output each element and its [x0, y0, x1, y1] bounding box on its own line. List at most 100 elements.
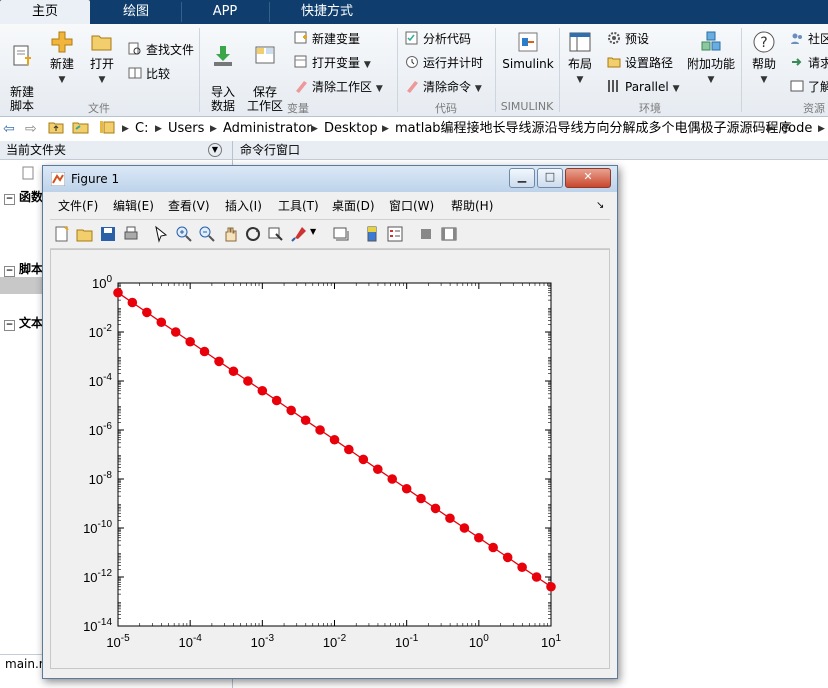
- find-files-button[interactable]: 查找文件: [128, 41, 194, 59]
- open-file-icon[interactable]: [76, 225, 94, 243]
- new-figure-icon[interactable]: [53, 225, 71, 243]
- print-icon[interactable]: [122, 225, 140, 243]
- rotate-3d-icon[interactable]: [244, 225, 262, 243]
- brush-icon[interactable]: [290, 225, 308, 243]
- cursor-arrow-icon[interactable]: [152, 225, 170, 243]
- pan-hand-icon[interactable]: [221, 225, 239, 243]
- data-point: [531, 572, 542, 582]
- forward-arrow-icon[interactable]: ⇨: [25, 117, 37, 141]
- parallel-button[interactable]: Parallel ▼: [607, 78, 679, 96]
- tab-apps[interactable]: APP: [182, 0, 268, 24]
- x-tick-label: 10-3: [251, 633, 275, 650]
- menu-insert[interactable]: 插入(I): [225, 195, 262, 217]
- tab-plots[interactable]: 绘图: [92, 0, 180, 24]
- y-tick-label: 10-10: [83, 519, 112, 536]
- clear-workspace-button[interactable]: 清除工作区 ▼: [294, 78, 383, 96]
- new-button[interactable]: 新建 ▼: [46, 30, 78, 87]
- clear-commands-icon: [407, 81, 418, 93]
- y-tick-label: 10-2: [89, 323, 113, 340]
- loglog-chart[interactable]: 10-5 10-4 10-3 10-2 10-1 100 101 10-14 10-12 10-1…: [51, 250, 609, 668]
- layout-button[interactable]: 布局 ▼: [564, 30, 596, 87]
- close-button[interactable]: ✕: [565, 168, 611, 188]
- breadcrumb-users[interactable]: Users: [168, 117, 204, 141]
- clear-workspace-label: 清除工作区: [312, 80, 373, 94]
- command-window-title: 命令行窗口: [240, 143, 301, 157]
- colorbar-icon[interactable]: [363, 225, 381, 243]
- breadcrumb-desktop[interactable]: Desktop: [324, 117, 378, 141]
- new-variable-button[interactable]: 新建变量: [294, 30, 360, 48]
- x-tick-label: 10-5: [106, 633, 130, 650]
- breadcrumb-project-folder[interactable]: matlab编程接地长导线源沿导线方向分解成多个电偶极子源源码程序: [395, 117, 792, 141]
- data-point: [459, 523, 470, 533]
- compare-button[interactable]: 比较: [128, 65, 170, 83]
- data-point: [156, 317, 167, 328]
- panel-actions-icon[interactable]: ▼: [208, 143, 222, 157]
- analyze-code-button[interactable]: 分析代码: [405, 30, 471, 48]
- section-text[interactable]: − 文本: [4, 314, 43, 331]
- menu-edit[interactable]: 编辑(E): [113, 195, 154, 217]
- data-cursor-icon[interactable]: [267, 225, 285, 243]
- menu-help[interactable]: 帮助(H): [451, 195, 493, 217]
- chevron-down-icon: ▼: [98, 75, 106, 85]
- selected-file-row[interactable]: [0, 277, 42, 294]
- simulink-icon: [518, 32, 538, 52]
- minimize-button[interactable]: ▁: [509, 168, 535, 188]
- data-point: [185, 336, 195, 347]
- show-plot-tools-icon[interactable]: [440, 225, 458, 243]
- browse-folder-icon[interactable]: [72, 117, 90, 141]
- breadcrumb-code[interactable]: code: [781, 117, 812, 141]
- breadcrumb-c-drive[interactable]: C:: [135, 117, 148, 141]
- breadcrumb-chevron-icon: ▶: [311, 124, 318, 134]
- maximize-button[interactable]: □: [537, 168, 563, 188]
- plot-canvas[interactable]: 10-5 10-4 10-3 10-2 10-1 100 101 10-14 10-12 10-1…: [50, 249, 610, 669]
- add-ons-button[interactable]: 附加功能 ▼: [687, 30, 735, 87]
- breadcrumb-chevron-icon: ▶: [155, 124, 162, 134]
- learn-matlab-button[interactable]: 了解: [790, 78, 828, 96]
- open-variable-button[interactable]: 打开变量 ▼: [294, 54, 371, 72]
- data-point: [358, 454, 369, 465]
- request-support-button[interactable]: 请求: [790, 54, 828, 72]
- back-arrow-icon[interactable]: ⇦: [3, 117, 15, 141]
- set-path-button[interactable]: 设置路径: [607, 54, 673, 72]
- section-scripts[interactable]: − 脚本: [4, 260, 43, 277]
- data-point: [113, 287, 123, 298]
- simulink-button[interactable]: Simulink: [500, 30, 556, 71]
- address-bar: ⇦ ⇨ ▶ C: ▶ Users ▶ Administrator ▶ Deskt…: [0, 117, 828, 142]
- zoom-out-icon[interactable]: [198, 225, 216, 243]
- tab-home[interactable]: 主页: [0, 0, 90, 24]
- compare-icon: [128, 67, 142, 79]
- clear-commands-button[interactable]: 清除命令 ▼: [405, 78, 482, 96]
- menu-dock-arrow-icon[interactable]: ↘: [596, 195, 604, 217]
- save-icon[interactable]: [99, 225, 117, 243]
- preferences-button[interactable]: 预设: [607, 30, 649, 48]
- open-button[interactable]: 打开 ▼: [86, 30, 118, 87]
- breadcrumb-chevron-icon: ▶: [382, 124, 389, 134]
- y-tick-label: 10-8: [89, 470, 113, 487]
- tab-shortcuts[interactable]: 快捷方式: [270, 0, 384, 24]
- hide-plot-tools-icon[interactable]: [417, 225, 435, 243]
- breadcrumb-administrator[interactable]: Administrator: [223, 117, 312, 141]
- link-plot-icon[interactable]: [332, 225, 350, 243]
- community-button[interactable]: 社区: [790, 30, 828, 48]
- figure-title-bar[interactable]: Figure 1 ▁ □ ✕: [43, 166, 617, 192]
- menu-view[interactable]: 查看(V): [168, 195, 210, 217]
- help-button[interactable]: ? 帮助 ▼: [748, 30, 780, 87]
- menu-desktop[interactable]: 桌面(D): [332, 195, 375, 217]
- x-tick-label: 100: [469, 633, 489, 650]
- analyze-code-icon: [405, 31, 418, 45]
- zoom-in-icon[interactable]: [175, 225, 193, 243]
- section-functions[interactable]: − 函数: [4, 188, 43, 205]
- up-folder-icon[interactable]: [48, 117, 64, 141]
- menu-tools[interactable]: 工具(T): [278, 195, 319, 217]
- legend-icon[interactable]: [386, 225, 404, 243]
- run-and-time-button[interactable]: 运行并计时: [405, 54, 483, 72]
- menu-file[interactable]: 文件(F): [58, 195, 98, 217]
- find-files-label: 查找文件: [146, 43, 195, 57]
- data-point: [372, 464, 383, 475]
- menu-window[interactable]: 窗口(W): [389, 195, 434, 217]
- brush-dropdown-icon[interactable]: ▼: [310, 227, 316, 236]
- clear-workspace-icon: [296, 81, 307, 93]
- data-point: [401, 483, 412, 494]
- axes-box: [117, 282, 552, 627]
- group-label-simulink: SIMULINK: [500, 100, 554, 113]
